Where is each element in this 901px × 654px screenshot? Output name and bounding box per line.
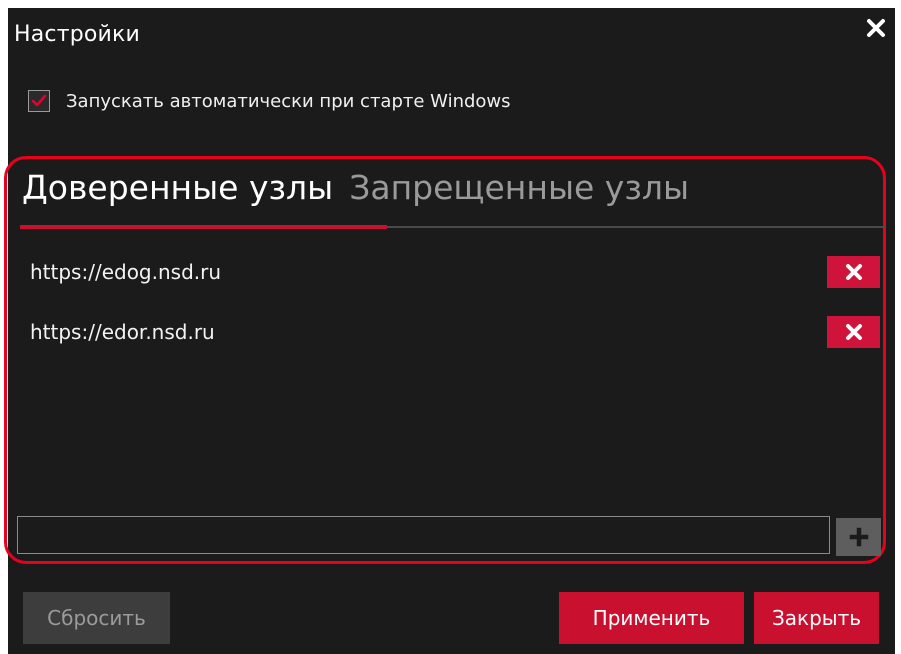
autostart-checkbox[interactable] — [28, 90, 50, 112]
remove-node-button[interactable] — [827, 316, 880, 348]
autostart-label: Запускать автоматически при старте Windo… — [66, 90, 511, 112]
close-icon — [865, 16, 887, 46]
nodes-tabs: Доверенные узлы Запрещенные узлы — [20, 168, 689, 213]
delete-x-icon — [845, 264, 862, 280]
tab-trusted-nodes[interactable]: Доверенные узлы — [20, 168, 345, 213]
node-url: https://edog.nsd.ru — [30, 260, 222, 284]
remove-node-button[interactable] — [827, 256, 880, 288]
trusted-nodes-list: https://edog.nsd.ru https://edor.nsd.ru — [20, 244, 880, 364]
list-item: https://edog.nsd.ru — [20, 244, 880, 304]
node-url: https://edor.nsd.ru — [30, 320, 215, 344]
tab-blocked-nodes[interactable]: Запрещенные узлы — [345, 168, 689, 213]
active-tab-indicator — [20, 225, 387, 229]
apply-button[interactable]: Применить — [559, 592, 744, 644]
close-dialog-button[interactable] — [861, 16, 891, 46]
close-button[interactable]: Закрыть — [754, 592, 879, 644]
checkmark-icon — [31, 94, 47, 107]
autostart-option[interactable]: Запускать автоматически при старте Windo… — [28, 90, 511, 112]
add-node-button[interactable] — [836, 518, 881, 556]
list-item: https://edor.nsd.ru — [20, 304, 880, 364]
plus-icon — [849, 527, 868, 547]
new-node-input[interactable] — [17, 516, 830, 554]
delete-x-icon — [845, 324, 862, 340]
reset-button[interactable]: Сбросить — [23, 592, 170, 644]
dialog-title: Настройки — [14, 22, 141, 47]
